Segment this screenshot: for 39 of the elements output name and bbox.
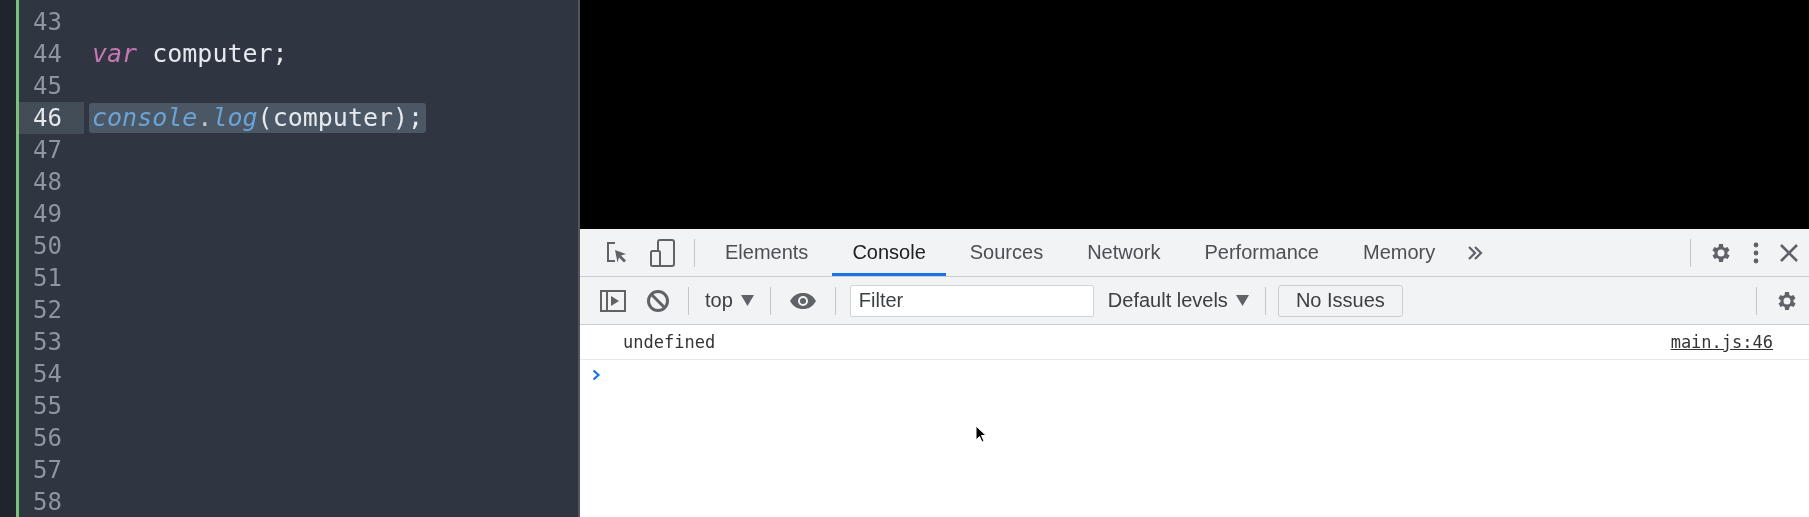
- close-icon[interactable]: [1779, 242, 1799, 263]
- line-number: 46: [16, 102, 84, 134]
- line-number: 54: [32, 359, 63, 390]
- devtools-tab[interactable]: Elements: [705, 229, 829, 276]
- devtools-tab[interactable]: Sources: [949, 229, 1064, 276]
- devtools-tab[interactable]: Performance: [1184, 229, 1339, 276]
- line-number: 48: [32, 167, 63, 198]
- issues-button[interactable]: No Issues: [1277, 284, 1403, 317]
- chevrons-icon[interactable]: [1467, 244, 1484, 261]
- line-number: 51: [32, 263, 63, 294]
- line-number: 52: [32, 295, 63, 326]
- caret-icon: [1235, 295, 1249, 306]
- line-number: 53: [32, 327, 63, 358]
- line-number: 57: [32, 455, 63, 486]
- line-number: 49: [32, 199, 63, 230]
- line-number: 47: [32, 135, 63, 166]
- caret-icon: [740, 295, 754, 306]
- more-icon[interactable]: [1753, 240, 1759, 265]
- line-number: 50: [32, 231, 63, 262]
- line-number: 56: [32, 423, 63, 454]
- line-number: 45: [32, 71, 63, 102]
- devtools-tab[interactable]: Network: [1067, 229, 1181, 276]
- log-value: undefined: [623, 332, 717, 352]
- sidebar-icon[interactable]: [600, 289, 626, 312]
- line-number: 55: [32, 391, 63, 422]
- line-number: 58: [32, 487, 63, 517]
- prompt-icon: [592, 369, 601, 381]
- eye-icon[interactable]: [788, 291, 817, 310]
- mouse-cursor-icon: [975, 425, 987, 443]
- source-link[interactable]: main.js:46: [1670, 332, 1773, 352]
- code-line: var computer;: [91, 39, 289, 69]
- line-number: 44: [32, 39, 63, 70]
- device-icon[interactable]: [650, 238, 676, 267]
- levels-select[interactable]: Default levels: [1099, 289, 1257, 312]
- clear-icon[interactable]: [646, 288, 670, 313]
- devtools-tab[interactable]: Memory: [1343, 229, 1456, 276]
- filter-field[interactable]: Filter: [849, 284, 1094, 317]
- line-number: 43: [32, 7, 63, 38]
- context-select[interactable]: top: [697, 289, 762, 312]
